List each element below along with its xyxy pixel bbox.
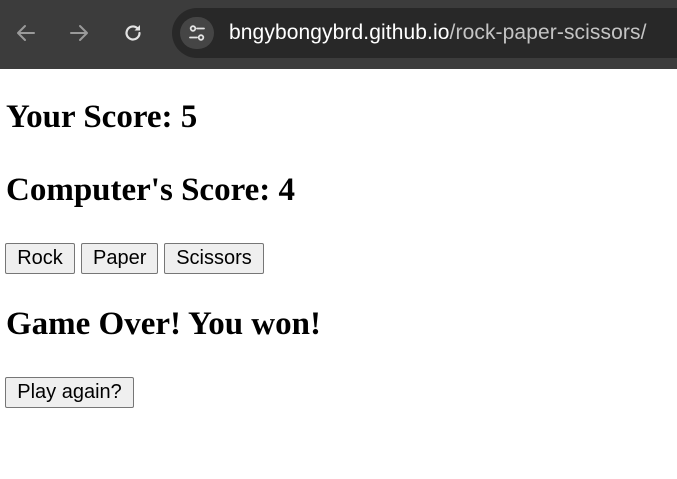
back-button[interactable] [11, 18, 41, 48]
site-info-button[interactable] [180, 17, 214, 49]
url-path: /rock-paper-scissors/ [449, 21, 647, 44]
arrow-right-icon [70, 25, 88, 41]
url-text: bngybongybrd.github.io/rock-paper-scisso… [229, 21, 647, 45]
forward-button[interactable] [64, 18, 94, 48]
computer-score-heading: Computer's Score: 4 [6, 172, 296, 208]
result-message: Game Over! You won! [6, 306, 321, 342]
arrow-left-icon [17, 25, 35, 41]
rock-button[interactable]: Rock [5, 243, 75, 274]
url-host: bngybongybrd.github.io [229, 21, 450, 44]
reload-icon [125, 25, 141, 41]
paper-button[interactable]: Paper [81, 243, 158, 274]
browser-toolbar: bngybongybrd.github.io/rock-paper-scisso… [0, 0, 677, 69]
scissors-button[interactable]: Scissors [164, 243, 264, 274]
your-score-heading: Your Score: 5 [6, 99, 198, 135]
tune-icon [189, 25, 205, 41]
address-bar[interactable]: bngybongybrd.github.io/rock-paper-scisso… [172, 8, 677, 58]
play-again-button[interactable]: Play again? [5, 377, 134, 408]
page-content: Your Score: 5 Computer's Score: 4 Rock P… [0, 69, 677, 479]
reload-button[interactable] [118, 18, 148, 48]
